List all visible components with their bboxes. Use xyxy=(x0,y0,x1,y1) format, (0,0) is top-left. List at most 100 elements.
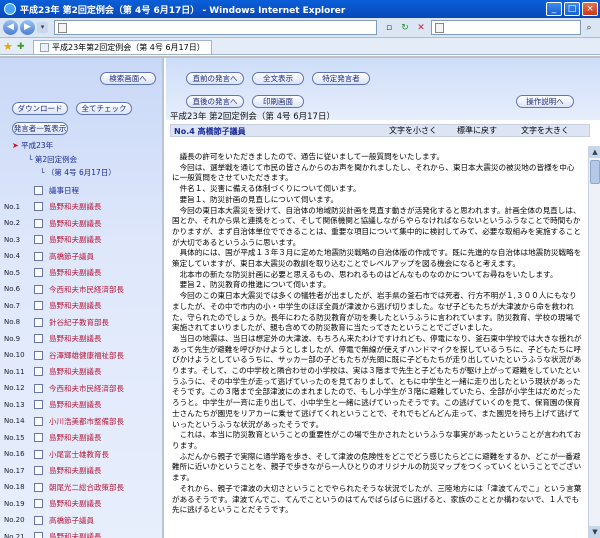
compatibility-icon[interactable]: ▫ xyxy=(383,22,395,34)
instructions-button[interactable]: 操作説明へ xyxy=(516,95,574,108)
item-checkbox[interactable] xyxy=(34,367,43,376)
item-checkbox[interactable] xyxy=(34,235,43,244)
list-item[interactable]: No.18 朝尾光二総合政策部長 xyxy=(4,480,124,494)
item-checkbox[interactable] xyxy=(34,466,43,475)
font-reset-button[interactable]: 標準に戻す xyxy=(455,125,499,136)
item-checkbox[interactable] xyxy=(34,515,43,525)
item-speaker-link[interactable]: 谷澤輝雄健康福祉部長 xyxy=(49,350,124,361)
minimize-button[interactable]: _ xyxy=(546,2,562,16)
tree-session[interactable]: └ 第2回定例会 xyxy=(28,154,77,165)
list-item[interactable]: No.13 島野和夫副議長 xyxy=(4,398,102,412)
vertical-scrollbar[interactable]: ▲ ▼ xyxy=(588,146,600,538)
item-speaker-link[interactable]: 島野和夫副議長 xyxy=(49,234,102,245)
forward-icon[interactable]: ▶ xyxy=(20,20,35,35)
item-checkbox[interactable] xyxy=(34,482,43,492)
maximize-button[interactable]: □ xyxy=(564,2,580,16)
item-checkbox[interactable] xyxy=(34,400,43,409)
specific-speaker-button[interactable]: 特定発言者 xyxy=(312,72,370,85)
item-checkbox[interactable] xyxy=(34,268,43,277)
item-checkbox[interactable] xyxy=(34,350,43,360)
list-item[interactable]: No.15 島野和夫副議長 xyxy=(4,431,102,445)
search-screen-button[interactable]: 検索画面へ xyxy=(100,72,156,85)
next-speech-button[interactable]: 直後の発言へ xyxy=(186,95,244,108)
list-item[interactable]: No.21 島野和夫副議長 xyxy=(4,530,102,538)
tab-current[interactable]: 平成23年第2回定例会（第 4号 6月17日） xyxy=(33,40,212,54)
download-button[interactable]: ダウンロード xyxy=(12,102,68,115)
item-checkbox[interactable] xyxy=(34,218,43,228)
list-item[interactable]: No.4 高橋節子議員 xyxy=(4,249,94,263)
item-speaker-link[interactable]: 島野和夫副議長 xyxy=(49,218,102,229)
item-speaker-link[interactable]: 島野和夫副議長 xyxy=(49,333,102,344)
item-checkbox[interactable] xyxy=(34,317,43,327)
item-checkbox[interactable] xyxy=(34,301,43,310)
scroll-up-icon[interactable]: ▲ xyxy=(589,146,600,158)
favorites-star-icon[interactable]: ★ xyxy=(3,40,17,54)
item-checkbox[interactable] xyxy=(34,499,43,508)
search-icon[interactable]: ⌕ xyxy=(583,22,595,34)
item-speaker-link[interactable]: 島野和夫副議長 xyxy=(49,267,102,278)
address-input[interactable] xyxy=(54,20,377,35)
list-item[interactable]: No.8 針谷紀子教育部長 xyxy=(4,315,109,329)
list-item[interactable]: No.20 高橋節子議員 xyxy=(4,513,94,527)
add-favorites-icon[interactable]: ✚ xyxy=(17,40,29,54)
item-speaker-link[interactable]: 島野和夫副議長 xyxy=(49,498,102,509)
list-item[interactable]: No.9 島野和夫副議長 xyxy=(4,332,102,346)
scroll-thumb[interactable] xyxy=(590,160,600,184)
list-item[interactable]: No.11 島野和夫副議長 xyxy=(4,365,102,379)
item-checkbox[interactable] xyxy=(34,383,43,393)
item-checkbox[interactable] xyxy=(34,449,43,459)
item-speaker-link[interactable]: 高橋節子議員 xyxy=(49,251,94,262)
item-speaker-link[interactable]: 朝尾光二総合政策部長 xyxy=(49,482,124,493)
item-checkbox[interactable] xyxy=(34,284,43,294)
history-dropdown-icon[interactable]: ▾ xyxy=(37,22,48,33)
item-speaker-link[interactable]: 今西和夫市民経済部長 xyxy=(49,284,124,295)
list-item[interactable]: 議事日程 xyxy=(4,183,79,197)
list-item[interactable]: No.14 小川浩美都市整備部長 xyxy=(4,414,124,428)
item-checkbox[interactable] xyxy=(34,433,43,442)
item-checkbox[interactable] xyxy=(34,532,43,538)
item-speaker-link[interactable]: 島野和夫副議長 xyxy=(49,300,102,311)
prev-speech-button[interactable]: 直前の発言へ xyxy=(186,72,244,85)
show-all-button[interactable]: 全文表示 xyxy=(252,72,304,85)
item-speaker-link[interactable]: 島野和夫副議長 xyxy=(49,399,102,410)
item-speaker-link[interactable]: 今西和夫市民経済部長 xyxy=(49,383,124,394)
list-item[interactable]: No.2 島野和夫副議長 xyxy=(4,216,102,230)
scroll-down-icon[interactable]: ▼ xyxy=(589,526,600,538)
item-speaker-link[interactable]: 小尾富士雄教育長 xyxy=(49,449,109,460)
item-checkbox[interactable] xyxy=(34,202,43,211)
tree-collapse-icon[interactable]: ➤ xyxy=(12,141,19,150)
item-speaker-link[interactable]: 島野和夫副議長 xyxy=(49,432,102,443)
list-item[interactable]: No.16 小尾富士雄教育長 xyxy=(4,447,109,461)
item-speaker-link[interactable]: 島野和夫副議長 xyxy=(49,465,102,476)
list-item[interactable]: No.17 島野和夫副議長 xyxy=(4,464,102,478)
list-item[interactable]: No.12 今西和夫市民経済部長 xyxy=(4,381,124,395)
list-item[interactable]: No.3 島野和夫副議長 xyxy=(4,233,102,247)
item-checkbox[interactable] xyxy=(34,416,43,426)
item-checkbox[interactable] xyxy=(34,185,43,195)
item-speaker-link[interactable]: 島野和夫副議長 xyxy=(49,201,102,212)
item-speaker-link[interactable]: 島野和夫副議長 xyxy=(49,531,102,538)
font-smaller-button[interactable]: 文字を小さく xyxy=(387,125,439,136)
font-larger-button[interactable]: 文字を大きく xyxy=(519,125,571,136)
tree-year[interactable]: ➤ 平成23年 xyxy=(12,140,53,151)
item-speaker-link[interactable]: 高橋節子議員 xyxy=(49,515,94,526)
show-speakers-button[interactable]: 発言者一覧表示 xyxy=(12,122,68,135)
close-window-button[interactable]: × xyxy=(582,2,598,16)
item-checkbox[interactable] xyxy=(34,251,43,261)
item-speaker-link[interactable]: 小川浩美都市整備部長 xyxy=(49,416,124,427)
item-speaker-link[interactable]: 議事日程 xyxy=(49,185,79,196)
list-item[interactable]: No.10 谷澤輝雄健康福祉部長 xyxy=(4,348,124,362)
stop-icon[interactable]: ✕ xyxy=(415,22,427,34)
tree-meeting[interactable]: └ （第 4号 6月17日） xyxy=(40,167,116,178)
list-item[interactable]: No.5 島野和夫副議長 xyxy=(4,266,102,280)
back-icon[interactable]: ◀ xyxy=(3,20,18,35)
check-all-button[interactable]: 全てチェック xyxy=(76,102,132,115)
item-speaker-link[interactable]: 島野和夫副議長 xyxy=(49,366,102,377)
item-checkbox[interactable] xyxy=(34,334,43,343)
list-item[interactable]: No.1 島野和夫副議長 xyxy=(4,200,102,214)
search-input[interactable] xyxy=(431,20,581,35)
list-item[interactable]: No.19 島野和夫副議長 xyxy=(4,497,102,511)
list-item[interactable]: No.6 今西和夫市民経済部長 xyxy=(4,282,124,296)
list-item[interactable]: No.7 島野和夫副議長 xyxy=(4,299,102,313)
refresh-icon[interactable]: ↻ xyxy=(399,22,411,34)
